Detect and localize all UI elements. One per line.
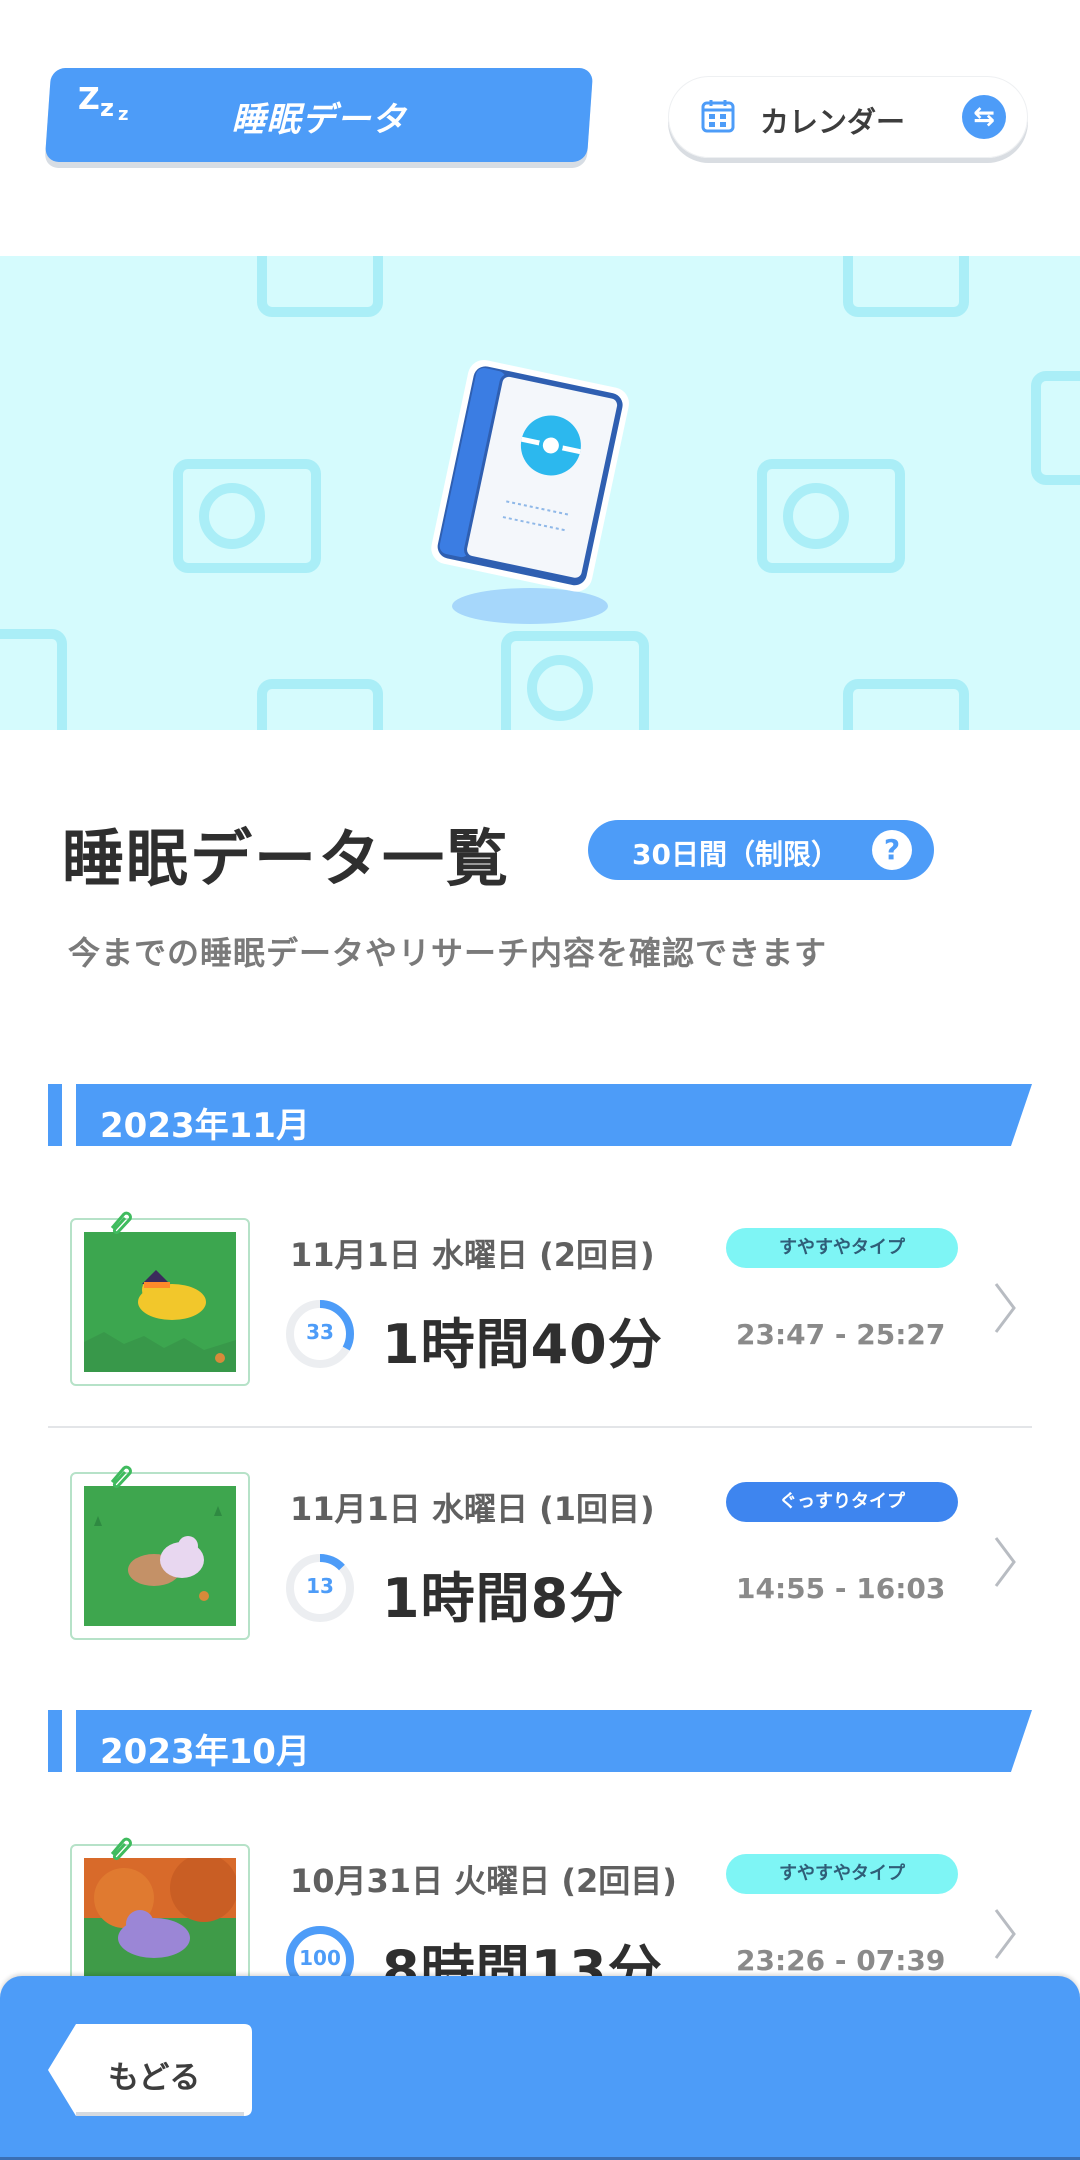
section-subtitle: 今までの睡眠データやリサーチ内容を確認できます (68, 934, 828, 972)
sleep-type-badge: すやすやタイプ (726, 1854, 958, 1894)
chevron-right-icon (994, 1909, 1016, 1959)
record-thumbnail (70, 1465, 250, 1640)
sleep-notebook-icon (431, 360, 629, 624)
paperclip-icon (110, 1465, 132, 1489)
record-date: 11月1日 水曜日 (1回目) (290, 1490, 655, 1528)
sleep-type-badge: ぐっすりタイプ (726, 1482, 958, 1522)
back-button[interactable]: もどる (48, 2024, 252, 2116)
back-label: もどる (108, 2060, 201, 2096)
sleep-score: 100 (299, 1946, 341, 1970)
hero-banner (0, 256, 1080, 730)
month-header: 2023年10月 (48, 1710, 1032, 1772)
calendar-icon (701, 100, 735, 133)
title-banner: Z z z 睡眠データ (48, 68, 590, 162)
page-title: 睡眠データ (231, 100, 407, 140)
month-label: 2023年11月 (100, 1106, 310, 1146)
sleep-score: 33 (306, 1320, 334, 1344)
chevron-right-icon (994, 1537, 1016, 1587)
sleep-duration: 1時間40分 (382, 1313, 663, 1376)
sleep-scene-image (84, 1232, 236, 1372)
month-label: 2023年10月 (100, 1732, 310, 1772)
limit-badge[interactable]: 30日間（制限） ? (588, 820, 934, 880)
divider (48, 1426, 1032, 1428)
month-header: 2023年11月 (48, 1084, 1032, 1146)
help-icon[interactable]: ? (872, 830, 912, 870)
sleep-time-range: 23:47 - 25:27 (736, 1318, 946, 1351)
section-title: 睡眠データ一覧 (62, 822, 511, 895)
paperclip-icon (110, 1837, 132, 1861)
record-date: 11月1日 水曜日 (2回目) (290, 1236, 655, 1274)
calendar-button[interactable]: カレンダー ⇆ (668, 76, 1028, 158)
record-date: 10月31日 火曜日 (2回目) (290, 1862, 677, 1900)
swap-icon: ⇆ (962, 95, 1006, 139)
sleep-scene-image (84, 1486, 236, 1626)
sleep-time-range: 23:26 - 07:39 (736, 1944, 946, 1977)
chevron-right-icon (994, 1283, 1016, 1333)
sleep-duration: 1時間8分 (382, 1567, 625, 1630)
sleep-record-row[interactable]: 11月1日 水曜日 (1回目) ぐっすりタイプ 13 1時間8分 14:55 -… (48, 1465, 1032, 1672)
paperclip-icon (110, 1211, 132, 1235)
sleep-score: 13 (306, 1574, 334, 1598)
calendar-label: カレンダー (760, 105, 906, 139)
sleep-score-ring: 13 (284, 1552, 356, 1624)
record-thumbnail (70, 1211, 250, 1386)
sleep-record-row[interactable]: 11月1日 水曜日 (2回目) すやすやタイプ 33 1時間40分 23:47 … (48, 1211, 1032, 1418)
sleep-type-badge: すやすやタイプ (726, 1228, 958, 1268)
sleep-time-range: 14:55 - 16:03 (736, 1572, 946, 1605)
limit-label: 30日間（制限） (632, 838, 839, 871)
sleep-score-ring: 33 (284, 1298, 356, 1370)
